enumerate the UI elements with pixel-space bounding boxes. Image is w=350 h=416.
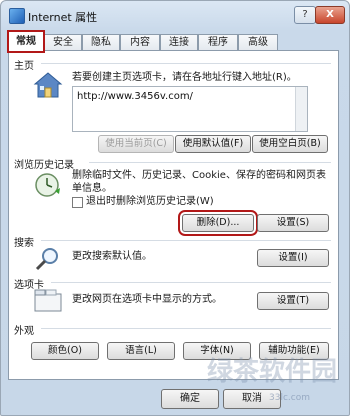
- use-blank-button[interactable]: 使用空白页(B): [252, 135, 328, 153]
- tab-privacy[interactable]: 隐私: [82, 34, 120, 51]
- internet-explorer-icon: [9, 8, 25, 24]
- search-settings-button[interactable]: 设置(I): [257, 249, 329, 267]
- tab-security[interactable]: 安全: [44, 34, 82, 51]
- close-button[interactable]: X: [315, 6, 345, 24]
- delete-on-exit-checkbox[interactable]: [72, 197, 83, 208]
- divider: [41, 63, 331, 64]
- history-settings-button[interactable]: 设置(S): [257, 214, 329, 232]
- house-icon: [33, 72, 63, 98]
- general-tab-panel: 主页 若要创建主页选项卡，请在各地址行键入地址(R)。 http://www.3…: [8, 50, 339, 380]
- title-bar: Internet 属性 ? X: [1, 1, 349, 29]
- history-description: 删除临时文件、历史记录、Cookie、保存的密码和网页表单信息。: [72, 170, 326, 194]
- use-current-button[interactable]: 使用当前页(C): [98, 135, 174, 153]
- tab-content[interactable]: 内容: [120, 34, 160, 51]
- use-default-button[interactable]: 使用默认值(F): [175, 135, 251, 153]
- tabs-settings-button[interactable]: 设置(T): [257, 292, 329, 310]
- delete-on-exit-label: 退出时删除浏览历史记录(W): [86, 196, 214, 207]
- tabs-icon: [34, 289, 62, 312]
- home-description: 若要创建主页选项卡，请在各地址行键入地址(R)。: [72, 72, 297, 83]
- magnifier-icon: [35, 248, 58, 271]
- tab-programs[interactable]: 程序: [198, 34, 238, 51]
- divider: [89, 162, 331, 163]
- history-section-label: 浏览历史记录: [14, 160, 74, 171]
- search-section-label: 搜索: [14, 238, 34, 249]
- internet-options-dialog: Internet 属性 ? X 常规 安全 隐私 内容 连接 程序 高级 主页 …: [0, 0, 350, 416]
- delete-history-button[interactable]: 删除(D)...: [178, 210, 258, 236]
- languages-button[interactable]: 语言(L): [107, 342, 175, 360]
- watermark-url: 33lc.com: [269, 393, 310, 403]
- divider: [41, 240, 331, 241]
- help-button[interactable]: ?: [294, 6, 316, 24]
- home-url-value: http://www.3456v.com/: [77, 91, 193, 102]
- colors-button[interactable]: 颜色(O): [31, 342, 99, 360]
- divider: [51, 282, 331, 283]
- appearance-section-label: 外观: [14, 326, 34, 337]
- home-url-field[interactable]: http://www.3456v.com/: [72, 86, 308, 132]
- tab-connections[interactable]: 连接: [160, 34, 198, 51]
- home-page-section-label: 主页: [14, 61, 34, 72]
- search-description: 更改搜索默认值。: [72, 251, 152, 262]
- watermark-logo: 绿茶软件园: [207, 357, 338, 387]
- tab-advanced[interactable]: 高级: [238, 34, 278, 51]
- divider: [41, 328, 331, 329]
- tabs-description: 更改网页在选项卡中显示的方式。: [72, 294, 222, 305]
- window-title: Internet 属性: [28, 11, 98, 24]
- history-clock-icon: [35, 173, 60, 197]
- tab-general[interactable]: 常规: [7, 30, 45, 53]
- url-scrollbar[interactable]: [295, 87, 307, 131]
